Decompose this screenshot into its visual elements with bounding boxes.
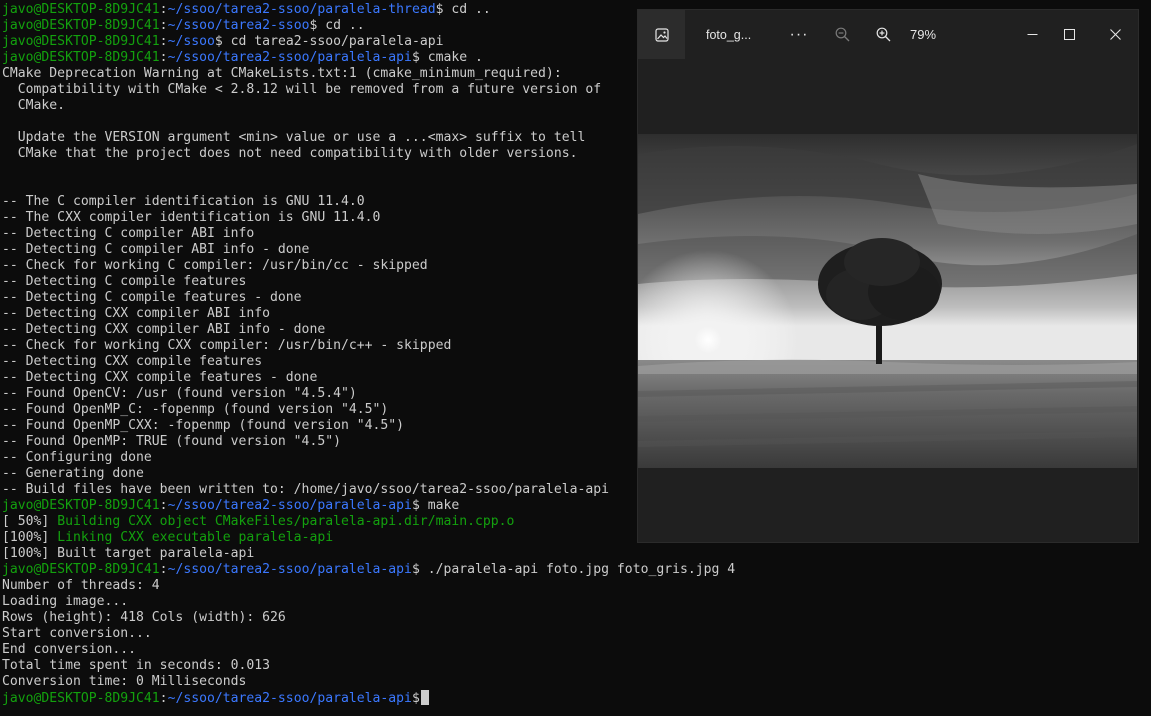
output-line: -- Check for working CXX compiler: /usr/… [2, 338, 452, 353]
output-line: Update the VERSION argument <min> value … [2, 130, 586, 145]
prompt-path: ~/ssoo/tarea2-ssoo/paralela-thread [167, 2, 436, 17]
make-step: Building CXX object CMakeFiles/paralela-… [57, 514, 515, 529]
viewer-titlebar[interactable]: foto_g... ··· 79% [638, 10, 1138, 59]
output-line: -- Detecting C compile features - done [2, 290, 302, 305]
output-line: -- Found OpenMP: TRUE (found version "4.… [2, 434, 341, 449]
prompt-line: javo@DESKTOP-8D9JC41:~/ssoo/tarea2-ssoo/… [2, 50, 483, 65]
command-text: cmake . [419, 50, 483, 65]
prompt-path: ~/ssoo/tarea2-ssoo/paralela-api [167, 498, 412, 513]
zoom-in-icon[interactable] [872, 10, 894, 59]
run-output-line: Start conversion... [2, 626, 152, 641]
terminal-cursor [420, 690, 429, 705]
prompt-line: javo@DESKTOP-8D9JC41:~/ssoo/tarea2-ssoo/… [2, 690, 429, 706]
prompt-user: javo@DESKTOP-8D9JC41 [2, 562, 160, 577]
grayscale-photo [638, 134, 1137, 468]
prompt-line: javo@DESKTOP-8D9JC41:~/ssoo/tarea2-ssoo$… [2, 18, 365, 33]
prompt-user: javo@DESKTOP-8D9JC41 [2, 2, 160, 17]
maximize-icon[interactable] [1047, 10, 1091, 59]
output-line: -- The CXX compiler identification is GN… [2, 210, 381, 225]
prompt-path: ~/ssoo/tarea2-ssoo/paralela-api [167, 50, 412, 65]
make-output-line: [100%] Linking CXX executable paralela-a… [2, 530, 333, 546]
output-line: -- Check for working C compiler: /usr/bi… [2, 258, 428, 273]
output-line: -- Detecting C compiler ABI info [2, 226, 255, 241]
output-line: -- Found OpenMP_C: -fopenmp (found versi… [2, 402, 389, 417]
prompt-user: javo@DESKTOP-8D9JC41 [2, 691, 160, 706]
output-line: -- The C compiler identification is GNU … [2, 194, 365, 209]
command-text: make [419, 498, 460, 513]
output-line: -- Detecting CXX compile features [2, 354, 263, 369]
command-text: ./paralela-api foto.jpg foto_gris.jpg 4 [419, 562, 736, 577]
output-line: CMake. [2, 98, 66, 113]
make-progress: [100%] [2, 530, 58, 545]
make-output-line: [ 50%] Building CXX object CMakeFiles/pa… [2, 514, 514, 530]
prompt-user: javo@DESKTOP-8D9JC41 [2, 50, 160, 65]
prompt-line: javo@DESKTOP-8D9JC41:~/ssoo/tarea2-ssoo/… [2, 2, 491, 17]
image-icon[interactable] [638, 10, 685, 59]
command-text: cd .. [443, 2, 491, 17]
prompt-path: ~/ssoo/tarea2-ssoo [167, 18, 310, 33]
photo-viewer-window[interactable]: foto_g... ··· 79% [638, 10, 1138, 542]
command-text: cd tarea2-ssoo/paralela-api [222, 34, 444, 49]
file-name-label: foto_g... [706, 27, 752, 42]
make-step: Linking CXX executable paralela-api [57, 530, 334, 545]
zoom-out-icon[interactable] [831, 10, 853, 59]
run-output-line: Number of threads: 4 [2, 578, 160, 593]
run-output-line: Loading image... [2, 594, 129, 609]
prompt-path: ~/ssoo/tarea2-ssoo/paralela-api [167, 562, 412, 577]
run-output-line: Rows (height): 418 Cols (width): 626 [2, 610, 286, 625]
prompt-line: javo@DESKTOP-8D9JC41:~/ssoo/tarea2-ssoo/… [2, 562, 736, 577]
output-line: -- Detecting CXX compile features - done [2, 370, 318, 385]
more-options-button[interactable]: ··· [784, 10, 814, 59]
prompt-user: javo@DESKTOP-8D9JC41 [2, 498, 160, 513]
output-line: -- Generating done [2, 466, 144, 481]
run-output-line: End conversion... [2, 642, 137, 657]
output-line: -- Detecting CXX compiler ABI info [2, 306, 271, 321]
output-line: -- Build files have been written to: /ho… [2, 482, 609, 497]
command-text: cd .. [317, 18, 365, 33]
prompt-line: javo@DESKTOP-8D9JC41:~/ssoo$ cd tarea2-s… [2, 34, 444, 49]
output-line: -- Detecting C compile features [2, 274, 247, 289]
zoom-level-label: 79% [909, 27, 937, 42]
output-line: -- Found OpenCV: /usr (found version "4.… [2, 386, 357, 401]
prompt-user: javo@DESKTOP-8D9JC41 [2, 18, 160, 33]
close-icon[interactable] [1092, 10, 1138, 59]
prompt-user: javo@DESKTOP-8D9JC41 [2, 34, 160, 49]
output-line: -- Detecting C compiler ABI info - done [2, 242, 310, 257]
run-output-line: Total time spent in seconds: 0.013 [2, 658, 271, 673]
output-line: -- Detecting CXX compiler ABI info - don… [2, 322, 326, 337]
prompt-path: ~/ssoo [167, 34, 215, 49]
make-output-line: [100%] Built target paralela-api [2, 546, 255, 561]
output-line: Compatibility with CMake < 2.8.12 will b… [2, 82, 602, 97]
output-line: -- Configuring done [2, 450, 152, 465]
prompt-line: javo@DESKTOP-8D9JC41:~/ssoo/tarea2-ssoo/… [2, 498, 460, 513]
output-line: CMake Deprecation Warning at CMakeLists.… [2, 66, 562, 81]
prompt-path: ~/ssoo/tarea2-ssoo/paralela-api [167, 691, 412, 706]
make-progress: [ 50%] [2, 514, 58, 529]
run-output-line: Conversion time: 0 Milliseconds [2, 674, 247, 689]
output-line: CMake that the project does not need com… [2, 146, 578, 161]
output-line: -- Found OpenMP_CXX: -fopenmp (found ver… [2, 418, 405, 433]
